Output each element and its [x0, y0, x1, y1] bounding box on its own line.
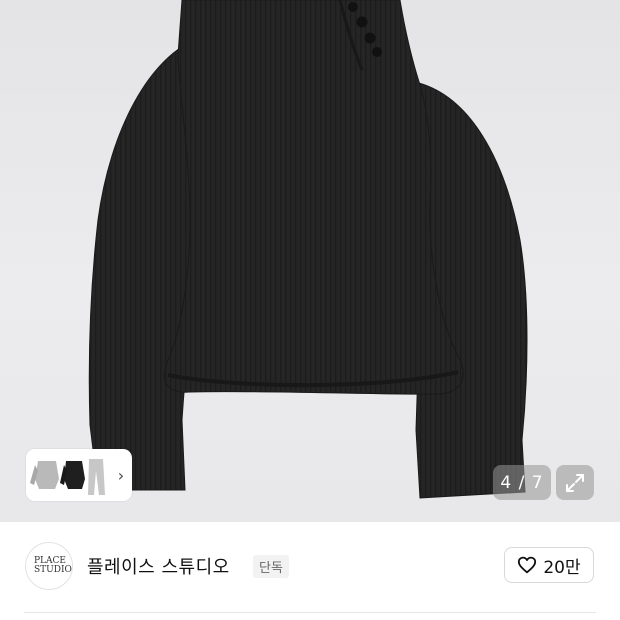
image-counter: 4 / 7 [493, 465, 551, 500]
thumbnail-images[interactable] [26, 449, 110, 501]
product-image-gallery[interactable]: › 4 / 7 [0, 0, 620, 522]
seller-logo[interactable]: PLACE STUDIO [25, 542, 73, 590]
thumbnail-strip[interactable]: › [26, 449, 132, 501]
like-count: 20만 [543, 557, 581, 578]
exclusive-badge: 단독 [253, 555, 289, 578]
divider [24, 612, 596, 613]
expand-arrows-icon [566, 473, 584, 492]
seller-name[interactable]: 플레이스 스튜디오 [87, 553, 230, 579]
expand-button[interactable] [556, 465, 594, 500]
thumbnail-preview [26, 449, 110, 501]
seller-logo-text: PLACE STUDIO [34, 556, 72, 575]
chevron-right-icon[interactable]: › [110, 449, 132, 501]
product-image [88, 0, 528, 499]
like-button[interactable]: 20만 [504, 547, 594, 583]
heart-outline-icon [518, 556, 537, 574]
